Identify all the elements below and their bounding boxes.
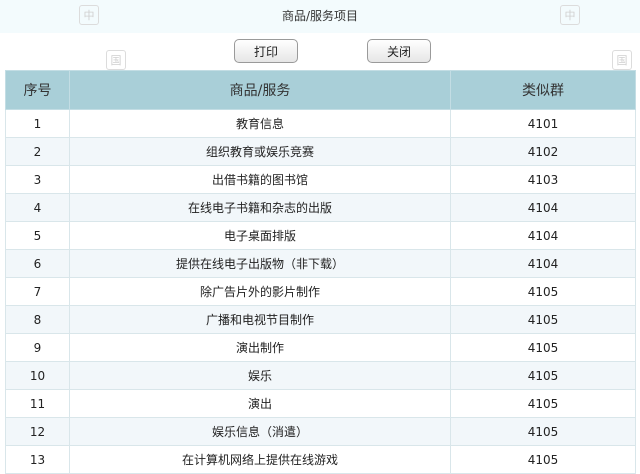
column-header-goods-services: 商品/服务: [69, 70, 451, 110]
cell-index: 3: [5, 165, 70, 194]
cell-index: 4: [5, 193, 70, 222]
cell-index: 6: [5, 249, 70, 278]
cell-goods-service: 组织教育或娱乐竞赛: [69, 137, 451, 166]
cell-index: 12: [5, 417, 70, 446]
cell-index: 9: [5, 333, 70, 362]
print-button[interactable]: 打印: [234, 39, 298, 63]
cell-similar-group: 4105: [450, 305, 636, 334]
cell-goods-service: 在计算机网络上提供在线游戏: [69, 445, 451, 474]
watermark-icon: 国: [106, 50, 126, 70]
close-button[interactable]: 关闭: [367, 39, 431, 63]
cell-index: 7: [5, 277, 70, 306]
table-row: 13 在计算机网络上提供在线游戏 4105: [5, 445, 636, 474]
cell-goods-service: 教育信息: [69, 109, 451, 138]
table-row: 10 娱乐 4105: [5, 361, 636, 390]
cell-index: 8: [5, 305, 70, 334]
cell-index: 11: [5, 389, 70, 418]
page-header: 中 商品/服务项目 中: [0, 0, 640, 34]
cell-similar-group: 4104: [450, 193, 636, 222]
goods-services-table: 序号 商品/服务 类似群 1 教育信息 4101 2 组织教育或娱乐竞赛 4102 3 出借书…: [5, 70, 636, 474]
cell-similar-group: 4105: [450, 277, 636, 306]
table-body: 1 教育信息 4101 2 组织教育或娱乐竞赛 4102 3 出借书籍的图书馆 4103 4 在线电…: [5, 109, 636, 474]
cell-similar-group: 4104: [450, 221, 636, 250]
cell-index: 10: [5, 361, 70, 390]
cell-goods-service: 广播和电视节目制作: [69, 305, 451, 334]
table-row: 3 出借书籍的图书馆 4103: [5, 165, 636, 194]
cell-similar-group: 4105: [450, 445, 636, 474]
table-row: 9 演出制作 4105: [5, 333, 636, 362]
cell-goods-service: 除广告片外的影片制作: [69, 277, 451, 306]
cell-similar-group: 4105: [450, 333, 636, 362]
table-row: 11 演出 4105: [5, 389, 636, 418]
cell-index: 5: [5, 221, 70, 250]
table-row: 1 教育信息 4101: [5, 109, 636, 138]
table-row: 6 提供在线电子出版物（非下载） 4104: [5, 249, 636, 278]
cell-similar-group: 4105: [450, 389, 636, 418]
cell-goods-service: 娱乐: [69, 361, 451, 390]
cell-similar-group: 4104: [450, 249, 636, 278]
table-row: 2 组织教育或娱乐竞赛 4102: [5, 137, 636, 166]
cell-similar-group: 4102: [450, 137, 636, 166]
toolbar: 国 打印 关闭 国: [0, 33, 640, 70]
cell-similar-group: 4105: [450, 417, 636, 446]
watermark-icon: 中: [560, 5, 580, 25]
column-header-similar-group: 类似群: [450, 70, 636, 110]
page-title: 商品/服务项目: [281, 9, 359, 23]
cell-similar-group: 4105: [450, 361, 636, 390]
table-row: 12 娱乐信息（消遣） 4105: [5, 417, 636, 446]
table-row: 5 电子桌面排版 4104: [5, 221, 636, 250]
column-header-index: 序号: [5, 70, 70, 110]
cell-goods-service: 提供在线电子出版物（非下载）: [69, 249, 451, 278]
cell-goods-service: 在线电子书籍和杂志的出版: [69, 193, 451, 222]
cell-index: 2: [5, 137, 70, 166]
cell-goods-service: 电子桌面排版: [69, 221, 451, 250]
cell-similar-group: 4103: [450, 165, 636, 194]
watermark-icon: 国: [612, 50, 632, 70]
table-row: 8 广播和电视节目制作 4105: [5, 305, 636, 334]
cell-goods-service: 演出: [69, 389, 451, 418]
cell-goods-service: 演出制作: [69, 333, 451, 362]
cell-goods-service: 出借书籍的图书馆: [69, 165, 451, 194]
cell-goods-service: 娱乐信息（消遣）: [69, 417, 451, 446]
table-header-row: 序号 商品/服务 类似群: [5, 70, 636, 110]
table-row: 7 除广告片外的影片制作 4105: [5, 277, 636, 306]
cell-index: 1: [5, 109, 70, 138]
cell-similar-group: 4101: [450, 109, 636, 138]
table-row: 4 在线电子书籍和杂志的出版 4104: [5, 193, 636, 222]
cell-index: 13: [5, 445, 70, 474]
